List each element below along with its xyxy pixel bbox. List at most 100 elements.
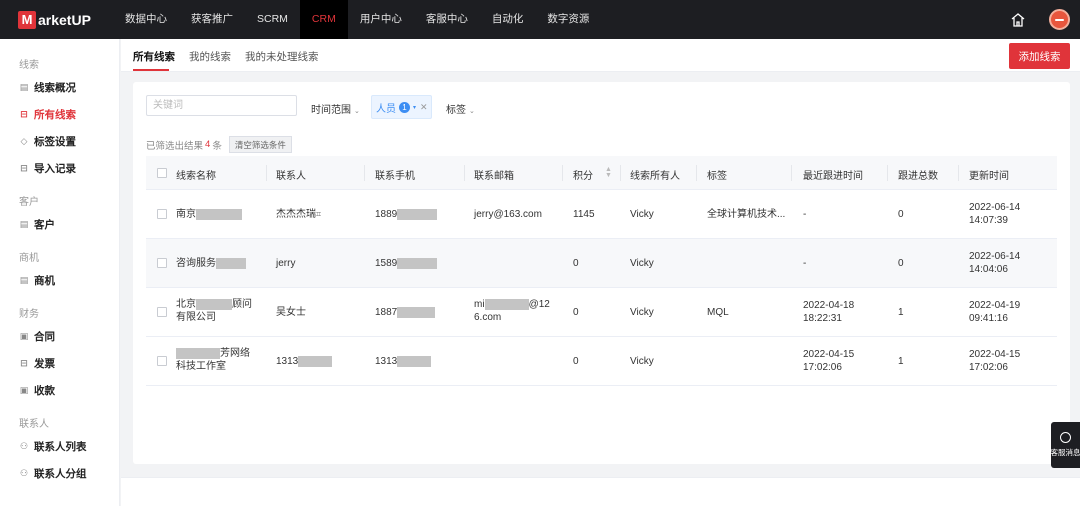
lead-owner: Vicky — [630, 356, 654, 367]
contact-name: 吴女士 — [276, 307, 306, 318]
last-follow-up: - — [803, 209, 807, 220]
chevron-down-icon: ⌄ — [354, 108, 360, 115]
sidebar-item-payments[interactable]: ▣ 收款 — [0, 382, 119, 398]
tab-my-leads[interactable]: 我的线索 — [189, 49, 231, 64]
time-range-label: 时间范围 — [311, 105, 351, 116]
contacts-icon: ⚇ — [19, 441, 29, 451]
header-email: 联系邮箱 — [474, 171, 514, 182]
follow-up-total: 1 — [898, 356, 904, 367]
nav-item-user-center[interactable]: 用户中心 — [348, 0, 414, 39]
header-phone: 联系手机 — [375, 171, 415, 182]
contract-icon: ▣ — [19, 331, 29, 341]
sidebar-item-invoices[interactable]: ⊟ 发票 — [0, 355, 119, 371]
redacted-block — [176, 347, 220, 359]
header-updated-time: 更新时间 — [969, 171, 1009, 182]
row-checkbox[interactable] — [157, 258, 167, 268]
nav-item-crm[interactable]: CRM — [299, 0, 348, 39]
list-icon: ⊟ — [20, 109, 28, 119]
person-filter-chip[interactable]: 人员 1 ▾ ✕ — [371, 95, 432, 119]
sidebar-item-contact-list[interactable]: ⚇ 联系人列表 — [0, 438, 119, 454]
sidebar-item-label: 收款 — [34, 384, 55, 397]
sidebar-item-customers[interactable]: ▤ 客户 — [0, 216, 119, 232]
keyword-search-input[interactable] — [146, 95, 297, 116]
contact-phone: 1313 — [375, 355, 432, 368]
sidebar-group-customers: 客户 — [19, 197, 39, 208]
customer-service-float-button[interactable]: 客服消息 — [1051, 422, 1080, 468]
chat-icon — [1060, 432, 1071, 443]
sidebar-item-label: 合同 — [34, 330, 55, 343]
redacted-block — [196, 298, 232, 310]
sidebar-item-tag-settings[interactable]: ◇ 标签设置 — [0, 133, 119, 149]
tabs-bar: 所有线索 我的线索 我的未处理线索 — [121, 39, 1080, 72]
tab-all-leads[interactable]: 所有线索 — [133, 49, 175, 64]
tags-dropdown[interactable]: 标签 ⌄ — [446, 101, 475, 116]
lead-name[interactable]: 芳网络 科技工作室 — [176, 347, 250, 373]
nav-item-service-center[interactable]: 客服中心 — [414, 0, 480, 39]
avatar[interactable] — [1049, 9, 1070, 30]
contact-name: 1313 — [276, 355, 333, 368]
follow-up-total: 1 — [898, 307, 904, 318]
sidebar-item-contracts[interactable]: ▣ 合同 — [0, 328, 119, 344]
redacted-block — [484, 298, 529, 310]
main-nav: 数据中心 获客推广 SCRM CRM 用户中心 客服中心 自动化 数字资源 — [113, 0, 601, 39]
sidebar-item-import-records[interactable]: ⊟ 导入记录 — [0, 160, 119, 176]
time-range-dropdown[interactable]: 时间范围 ⌄ — [311, 101, 360, 116]
nav-item-acquisition[interactable]: 获客推广 — [179, 0, 245, 39]
sidebar-item-all-leads[interactable]: ⊟ 所有线索 — [0, 106, 119, 122]
sidebar-item-label: 商机 — [34, 274, 55, 287]
last-follow-up: 2022-04-18 18:22:31 — [803, 300, 855, 324]
add-lead-button[interactable]: 添加线索 — [1009, 43, 1070, 69]
logo[interactable]: M arketUP — [18, 10, 113, 29]
sidebar-item-label: 联系人分组 — [34, 467, 87, 480]
redacted-block — [397, 306, 436, 318]
sort-icon[interactable]: ▲ ▼ — [605, 166, 612, 179]
sidebar-item-lead-overview[interactable]: ▤ 线索概况 — [0, 79, 119, 95]
row-checkbox[interactable] — [157, 307, 167, 317]
table-row[interactable]: 南京 杰杰杰瑞⌗ 1889 jerry@163.com 1145 Vicky 全… — [146, 190, 1057, 239]
row-checkbox[interactable] — [157, 356, 167, 366]
import-icon: ⊟ — [20, 163, 28, 173]
sidebar-item-label: 标签设置 — [34, 135, 76, 148]
lead-name[interactable]: 北京 顾问 有限公司 — [176, 298, 252, 324]
tags-label: 标签 — [446, 105, 466, 116]
table-row[interactable]: 咨询服务 jerry 1589 0 Vicky - 0 2022-06-14 14… — [146, 239, 1057, 288]
sidebar: 线索 ▤ 线索概况 ⊟ 所有线索 ◇ 标签设置 ⊟ 导入记录 客户 ▤ 客户 商机 ▤ 商机… — [0, 39, 120, 506]
tag-icon: ◇ — [20, 136, 28, 146]
redacted-block — [397, 208, 438, 220]
lead-name[interactable]: 南京 — [176, 208, 242, 221]
table-row[interactable]: 北京 顾问 有限公司 吴女士 1887 mi @12 6.com 0 Vicky MQL… — [146, 288, 1057, 337]
score: 0 — [573, 307, 579, 318]
row-checkbox[interactable] — [157, 209, 167, 219]
copy-icon[interactable]: ⌗ — [316, 209, 321, 219]
nav-item-digital-assets[interactable]: 数字资源 — [535, 0, 601, 39]
header-lead-owner: 线索所有人 — [630, 171, 680, 182]
home-icon[interactable] — [1009, 11, 1027, 29]
sidebar-item-label: 客户 — [34, 218, 55, 231]
sidebar-group-leads: 线索 — [19, 60, 39, 71]
lead-name[interactable]: 咨询服务 — [176, 257, 246, 270]
nav-item-data-center[interactable]: 数据中心 — [113, 0, 179, 39]
redacted-block — [298, 355, 333, 367]
table-row[interactable]: 芳网络 科技工作室 1313 1313 0 Vicky 2022-04-15 17:… — [146, 337, 1057, 386]
nav-item-automation[interactable]: 自动化 — [480, 0, 536, 39]
contact-phone: 1589 — [375, 257, 438, 270]
lead-tag: MQL — [707, 307, 729, 318]
table-header: 线索名称 联系人 联系手机 联系邮箱 积分 ▲ ▼ 线索所有人 标签 最近跟进时间… — [146, 156, 1057, 190]
result-count: 4 — [205, 139, 211, 150]
logo-text: arketUP — [38, 11, 91, 28]
contact-name: jerry — [276, 258, 296, 269]
header-lead-name: 线索名称 — [176, 171, 216, 182]
clear-filters-button[interactable]: 清空筛选条件 — [228, 136, 292, 153]
tab-my-unprocessed-leads[interactable]: 我的未处理线索 — [245, 49, 319, 64]
header-score[interactable]: 积分 — [573, 167, 593, 182]
close-icon[interactable]: ✕ — [420, 102, 428, 113]
redacted-block — [397, 257, 438, 269]
sidebar-item-contact-groups[interactable]: ⚇ 联系人分组 — [0, 465, 119, 481]
nav-item-scrm[interactable]: SCRM — [245, 0, 300, 39]
sidebar-item-opportunities[interactable]: ▤ 商机 — [0, 272, 119, 288]
sidebar-item-label: 发票 — [34, 357, 55, 370]
last-follow-up: 2022-04-15 17:02:06 — [803, 349, 855, 373]
header-follow-up-total: 跟进总数 — [898, 171, 938, 182]
select-all-checkbox[interactable] — [157, 168, 167, 178]
lead-owner: Vicky — [630, 258, 654, 269]
